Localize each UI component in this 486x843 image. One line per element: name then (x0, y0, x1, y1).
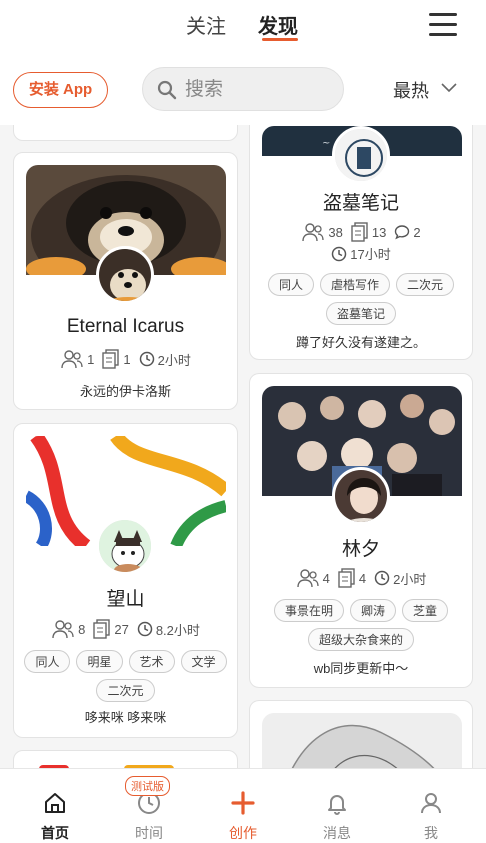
members-count: 4 (322, 570, 330, 586)
posts-count: 1 (123, 351, 131, 367)
user-icon (421, 793, 441, 814)
members-icon (296, 569, 319, 588)
nav-label: 时间 (135, 825, 163, 841)
community-card[interactable]: 林夕 4 4 2小时 事景在明 卿涛 芝童 超级大杂食来的 wb同步更新中～ (249, 373, 473, 688)
posts-icon (351, 222, 368, 242)
tab-discover[interactable]: 发现 (258, 10, 298, 39)
community-title: 望山 (106, 589, 145, 610)
beta-badge: 测试版 (125, 776, 170, 796)
community-card-partial[interactable] (249, 700, 473, 768)
posts-icon (338, 568, 355, 588)
members-count: 38 (328, 224, 343, 240)
tag-chip[interactable]: 芝童 (402, 599, 449, 622)
plus-icon (231, 791, 255, 815)
install-app-button[interactable]: 安装 App (13, 72, 108, 108)
members-icon (302, 223, 325, 242)
community-stats: 8 27 8.2小时 (14, 619, 237, 639)
tag-chip[interactable]: 艺术 (128, 650, 175, 673)
members-icon (61, 350, 83, 369)
community-feed: Eternal Icarus 1 1 2小时 永远的伊卡洛斯 望山 8 27 8… (0, 125, 486, 768)
svg-text:~: ~ (322, 138, 330, 149)
nav-label: 我 (424, 825, 438, 841)
bottom-navigation: 首页 时间 测试版 创作 消息 我 (0, 768, 486, 843)
tag-chip[interactable]: 明星 (76, 650, 123, 673)
clock-icon (374, 570, 390, 586)
active-time: 2小时 (157, 352, 191, 368)
nav-profile[interactable]: 我 (396, 769, 466, 843)
tag-chip[interactable]: 超级大杂食来的 (307, 628, 414, 651)
tag-chip[interactable]: 事景在明 (273, 599, 344, 622)
tag-chip[interactable]: 卿涛 (349, 599, 396, 622)
community-description: 哆来咪 哆来咪 (84, 710, 167, 725)
community-tags: 同人 明星 艺术 文学 二次元 (24, 650, 227, 702)
menu-icon[interactable] (429, 13, 457, 37)
nav-home[interactable]: 首页 (20, 769, 90, 843)
community-avatar (96, 246, 154, 304)
clock-icon (137, 621, 153, 637)
search-row: 安装 App 最热 (0, 55, 486, 125)
active-time: 17小时 (350, 247, 391, 262)
active-time: 8.2小时 (155, 622, 200, 638)
tag-chip[interactable]: 二次元 (96, 679, 155, 702)
bell-icon (328, 795, 346, 815)
members-count: 8 (78, 621, 86, 637)
community-title: 林夕 (341, 539, 380, 560)
tag-chip[interactable]: 同人 (24, 650, 71, 673)
nav-label: 创作 (229, 825, 257, 841)
active-tab-indicator (262, 38, 298, 41)
community-card[interactable]: ~ 盗墓笔记 38 13 2 17小时 同人 虐梏写作 二次元 盗墓笔记 蹲了好… (249, 125, 473, 360)
community-description: wb同步更新中～ (313, 661, 409, 676)
community-title: 盗墓笔记 (322, 193, 399, 214)
card-cover-image (262, 713, 462, 768)
posts-count: 27 (114, 621, 129, 637)
community-stats: 38 13 2 (250, 222, 472, 242)
search-icon (157, 80, 177, 100)
nav-messages[interactable]: 消息 (302, 769, 372, 843)
posts-count: 13 (371, 224, 387, 240)
community-avatar (96, 517, 154, 575)
tag-chip[interactable]: 同人 (267, 273, 314, 296)
chevron-down-icon (441, 83, 457, 93)
comment-icon (395, 225, 410, 240)
comments-count: 2 (413, 224, 421, 240)
tag-chip[interactable]: 文学 (180, 650, 227, 673)
search-input[interactable] (185, 76, 325, 104)
sort-label: 最热 (393, 81, 429, 101)
community-card[interactable]: 望山 8 27 8.2小时 同人 明星 艺术 文学 二次元 哆来咪 哆来咪 (13, 423, 238, 738)
tag-chip[interactable]: 二次元 (396, 273, 455, 296)
nav-create[interactable]: 创作 (208, 769, 278, 843)
top-header: 关注 发现 (0, 0, 486, 55)
tag-chip[interactable]: 虐梏写作 (319, 273, 390, 296)
search-bar[interactable] (142, 67, 344, 111)
community-card-partial[interactable] (13, 125, 238, 141)
tab-follow[interactable]: 关注 (186, 10, 226, 39)
community-title: Eternal Icarus (66, 316, 185, 337)
community-stats: 4 4 2小时 (250, 568, 472, 588)
active-time: 2小时 (393, 571, 427, 587)
community-stats: 1 1 2小时 (14, 349, 237, 369)
community-tags: 事景在明 卿涛 芝童 超级大杂食来的 (260, 599, 462, 651)
posts-icon (102, 349, 120, 369)
posts-icon (93, 619, 111, 639)
community-avatar (332, 467, 390, 525)
clock-icon (332, 246, 347, 261)
community-stats-time: 17小时 (250, 244, 472, 263)
nav-label: 首页 (41, 825, 69, 841)
home-icon (45, 793, 65, 813)
tag-chip[interactable]: 盗墓笔记 (325, 302, 396, 325)
members-icon (52, 620, 74, 639)
community-description: 蹲了好久没有遂建之。 (295, 335, 426, 350)
community-avatar (332, 126, 390, 184)
nav-label: 消息 (323, 825, 351, 841)
community-card-partial[interactable] (13, 750, 238, 768)
community-card[interactable]: Eternal Icarus 1 1 2小时 永远的伊卡洛斯 (13, 152, 238, 410)
community-tags: 同人 虐梏写作 二次元 盗墓笔记 (260, 273, 462, 325)
sort-dropdown[interactable]: 最热 (393, 77, 457, 103)
community-description: 永远的伊卡洛斯 (79, 384, 171, 399)
posts-count: 4 (358, 570, 367, 586)
members-count: 1 (87, 351, 95, 367)
clock-icon (139, 351, 154, 367)
